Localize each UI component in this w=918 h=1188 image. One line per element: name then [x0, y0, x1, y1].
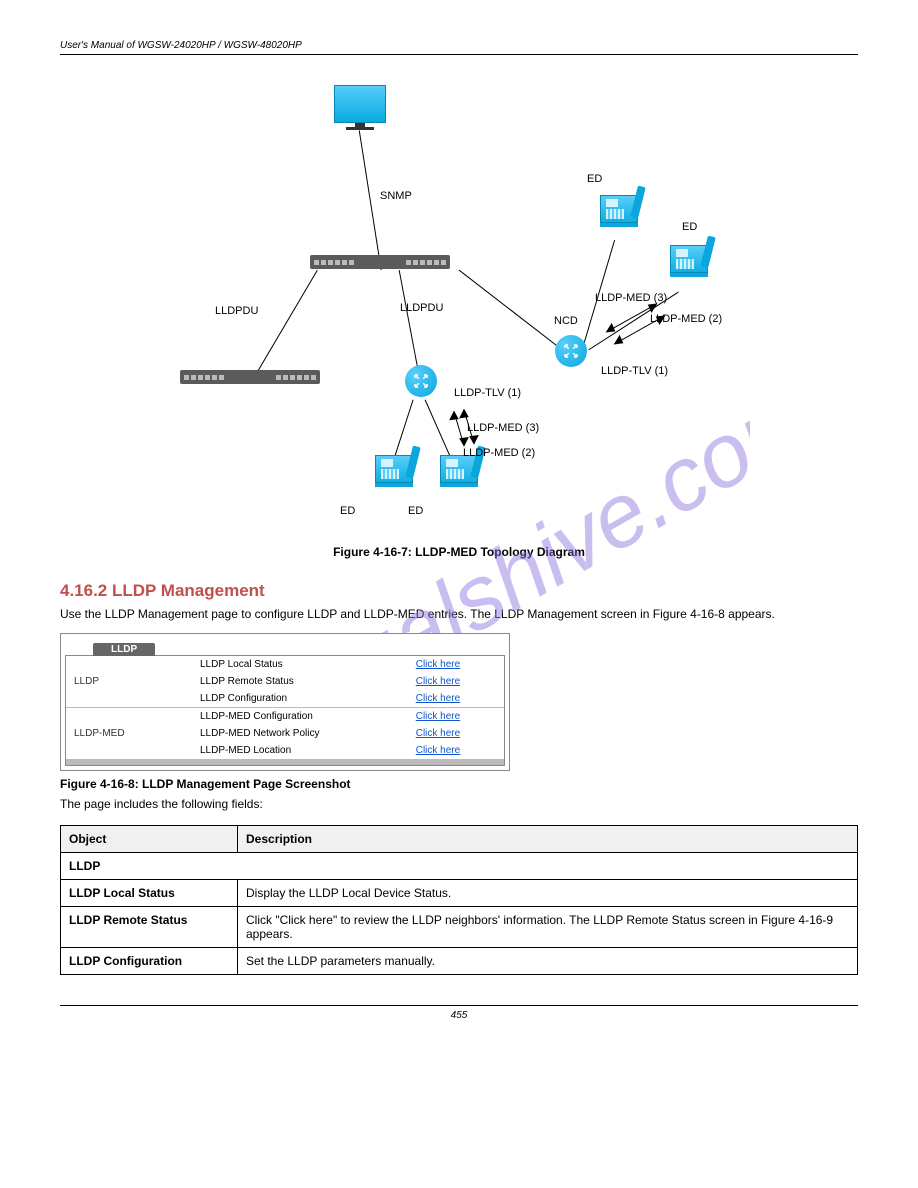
diagram-label: ED: [587, 173, 602, 185]
router-icon: [555, 335, 587, 367]
switch-icon: [180, 370, 320, 384]
section-body: Use the LLDP Management page to configur…: [60, 607, 858, 621]
mgmt-category: LLDP-MED: [66, 708, 192, 760]
diagram-label: ED: [340, 505, 355, 517]
diagram-label: LLDPDU: [215, 305, 258, 317]
section-heading: 4.16.2 LLDP Management: [60, 581, 858, 601]
monitor-icon: [330, 85, 390, 130]
phone-icon: [375, 455, 411, 495]
link-lldp-med-network-policy[interactable]: Click here: [416, 728, 460, 739]
link-lldp-configuration[interactable]: Click here: [416, 693, 460, 704]
mgmt-row-label: LLDP-MED Network Policy: [192, 725, 408, 742]
diagram-label: LLDP-TLV (1): [601, 365, 668, 377]
link-lldp-med-location[interactable]: Click here: [416, 745, 460, 756]
diagram-label: ED: [408, 505, 423, 517]
diagram-label: LLDP-MED (3): [467, 422, 539, 434]
link-lldp-remote-status[interactable]: Click here: [416, 676, 460, 687]
lldp-med-topology-diagram: SNMP LLDPDU LLDPDU NCD LLDP-TLV (1) LLDP…: [60, 65, 858, 535]
mgmt-row-label: LLDP Local Status: [192, 656, 408, 673]
diagram-label: SNMP: [380, 190, 412, 202]
table-field: LLDP Remote Status: [61, 907, 238, 948]
phone-icon: [440, 455, 476, 495]
desc-intro: The page includes the following fields:: [60, 797, 858, 811]
phone-icon: [600, 195, 636, 235]
diagram-label: ED: [682, 221, 697, 233]
table-desc: Click "Click here" to review the LLDP ne…: [238, 907, 858, 948]
field-description-table: Object Description LLDP LLDP Local Statu…: [60, 825, 858, 975]
diagram-label: LLDPDU: [400, 302, 443, 314]
table-desc: Display the LLDP Local Device Status.: [238, 880, 858, 907]
mgmt-row-label: LLDP Remote Status: [192, 673, 408, 690]
table-header: Object: [61, 826, 238, 853]
table-header: Description: [238, 826, 858, 853]
switch-icon: [310, 255, 450, 269]
table-group: LLDP: [61, 853, 858, 880]
diagram-label: LLDP-TLV (1): [454, 387, 521, 399]
diagram-label: LLDP-MED (2): [463, 447, 535, 459]
mgmt-row-label: LLDP-MED Location: [192, 742, 408, 759]
link-lldp-med-configuration[interactable]: Click here: [416, 711, 460, 722]
mgmt-row-label: LLDP Configuration: [192, 690, 408, 708]
table-desc: Set the LLDP parameters manually.: [238, 948, 858, 975]
link-lldp-local-status[interactable]: Click here: [416, 659, 460, 670]
tab-lldp[interactable]: LLDP: [93, 643, 155, 656]
table-field: LLDP Local Status: [61, 880, 238, 907]
router-icon: [405, 365, 437, 397]
table-field: LLDP Configuration: [61, 948, 238, 975]
figure-caption: Figure 4-16-7: LLDP-MED Topology Diagram: [60, 545, 858, 559]
lldp-management-screenshot: LLDP LLDP LLDP Local Status Click here L…: [60, 633, 510, 771]
phone-icon: [670, 245, 706, 285]
mgmt-row-label: LLDP-MED Configuration: [192, 708, 408, 726]
page-number: 455: [60, 1005, 858, 1021]
diagram-label: LLDP-MED (3): [595, 292, 667, 304]
header-left: User's Manual of WGSW-24020HP / WGSW-480…: [60, 40, 302, 51]
diagram-label: NCD: [554, 315, 578, 327]
diagram-label: LLDP-MED (2): [650, 313, 722, 325]
figure-caption: Figure 4-16-8: LLDP Management Page Scre…: [60, 777, 858, 791]
mgmt-category: LLDP: [66, 656, 192, 708]
